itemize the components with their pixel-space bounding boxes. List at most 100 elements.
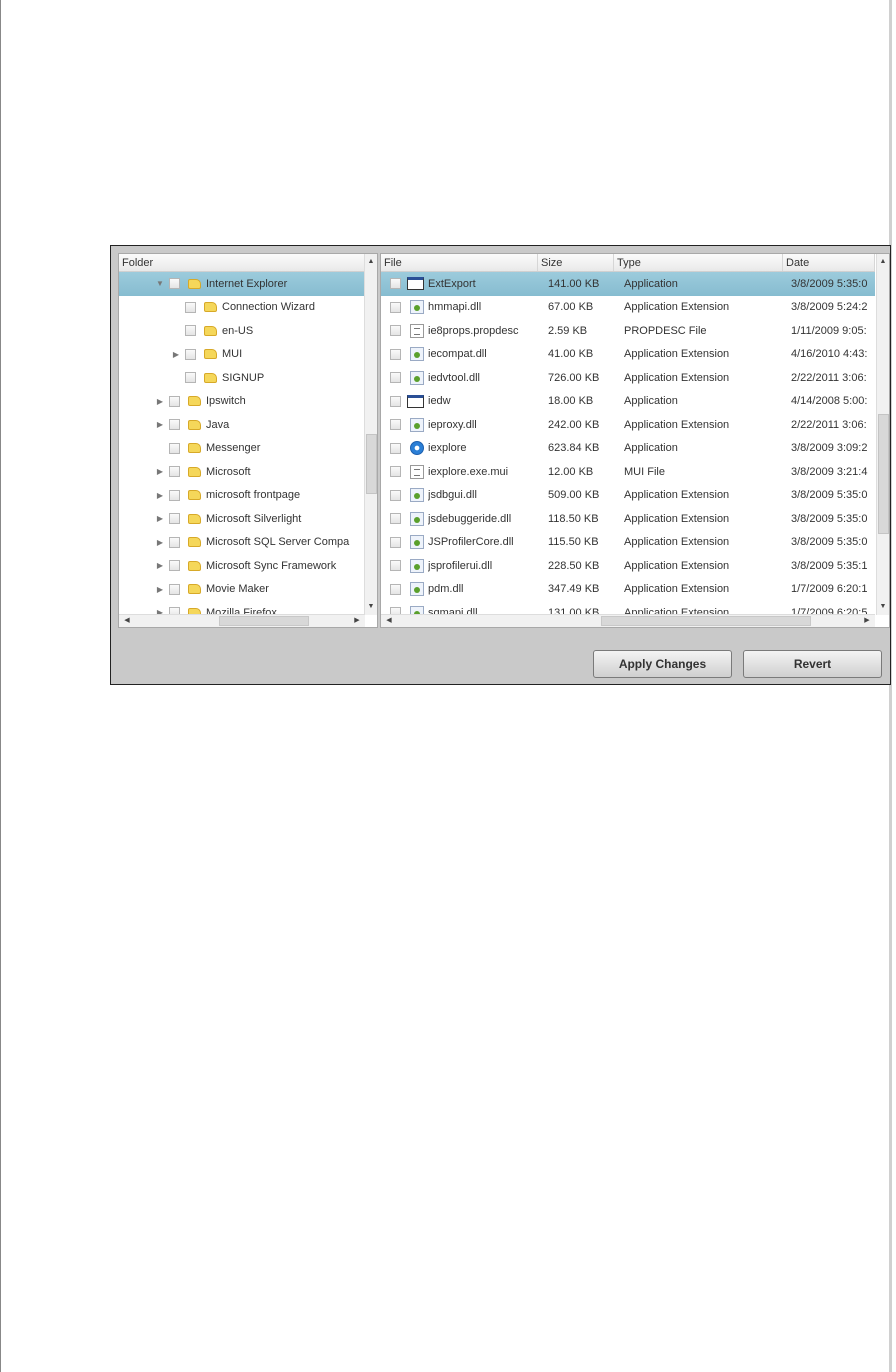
- file-checkbox[interactable]: [390, 466, 401, 478]
- folder-item[interactable]: ▶ microsoft frontpage: [119, 484, 365, 508]
- file-checkbox[interactable]: [390, 536, 401, 548]
- folder-item[interactable]: Messenger: [119, 437, 365, 461]
- file-date: 1/7/2009 6:20:1: [791, 583, 868, 596]
- file-checkbox[interactable]: [390, 372, 401, 384]
- scroll-thumb[interactable]: [878, 414, 889, 534]
- expand-arrow-icon[interactable]: ▶: [155, 491, 165, 500]
- file-horizontal-scrollbar[interactable]: ◀ ▶: [381, 614, 875, 627]
- folder-label: Microsoft SQL Server Compa: [206, 536, 350, 549]
- folder-checkbox[interactable]: [169, 536, 180, 548]
- file-row[interactable]: hmmapi.dll 67.00 KB Application Extension 3…: [381, 296, 875, 320]
- folder-item[interactable]: ▶ Ipswitch: [119, 390, 365, 414]
- scroll-down-icon[interactable]: ▼: [877, 601, 889, 613]
- folder-checkbox[interactable]: [185, 348, 196, 360]
- file-checkbox[interactable]: [390, 513, 401, 525]
- scroll-right-icon[interactable]: ▶: [351, 615, 363, 627]
- file-row[interactable]: jsdbgui.dll 509.00 KB Application Extensio…: [381, 484, 875, 508]
- column-header-date[interactable]: Date: [783, 254, 875, 271]
- folder-checkbox[interactable]: [169, 560, 180, 572]
- folder-item[interactable]: SIGNUP: [119, 366, 365, 390]
- expand-arrow-icon[interactable]: ▶: [155, 467, 165, 476]
- folder-item[interactable]: ▶ Movie Maker: [119, 578, 365, 602]
- scroll-thumb[interactable]: [366, 434, 377, 494]
- column-header-file[interactable]: File: [381, 254, 538, 271]
- file-row[interactable]: iedvtool.dll 726.00 KB Application Extensi…: [381, 366, 875, 390]
- file-checkbox[interactable]: [390, 419, 401, 431]
- scroll-left-icon[interactable]: ◀: [121, 615, 133, 627]
- file-row[interactable]: pdm.dll 347.49 KB Application Extension 1/7…: [381, 578, 875, 602]
- folder-item[interactable]: ▶ Microsoft: [119, 460, 365, 484]
- folder-checkbox[interactable]: [169, 442, 180, 454]
- scroll-left-icon[interactable]: ◀: [383, 615, 395, 627]
- folder-checkbox[interactable]: [169, 489, 180, 501]
- file-row[interactable]: iedw 18.00 KB Application 4/14/2008 5:00:: [381, 390, 875, 414]
- expand-arrow-icon[interactable]: ▶: [155, 514, 165, 523]
- file-size: 726.00 KB: [548, 371, 600, 384]
- file-checkbox[interactable]: [390, 442, 401, 454]
- file-type: Application Extension: [624, 559, 730, 572]
- file-row[interactable]: iexplore.exe.mui 12.00 KB MUI File 3/8/2009…: [381, 460, 875, 484]
- file-checkbox[interactable]: [390, 325, 401, 337]
- file-checkbox[interactable]: [390, 278, 401, 290]
- folder-checkbox[interactable]: [185, 301, 196, 313]
- folder-item[interactable]: Connection Wizard: [119, 296, 365, 320]
- scroll-thumb[interactable]: [601, 616, 811, 626]
- folder-item[interactable]: ▼ Internet Explorer: [119, 272, 365, 296]
- file-checkbox[interactable]: [390, 395, 401, 407]
- expand-arrow-icon[interactable]: ▶: [171, 350, 181, 359]
- folder-column-header[interactable]: Folder: [119, 254, 365, 271]
- file-row[interactable]: jsdebuggeride.dll 118.50 KB Application Ex…: [381, 507, 875, 531]
- file-row[interactable]: ExtExport 141.00 KB Application 3/8/2009 5:…: [381, 272, 875, 296]
- file-checkbox[interactable]: [390, 489, 401, 501]
- scroll-thumb[interactable]: [219, 616, 309, 626]
- folder-icon: [188, 278, 201, 289]
- file-checkbox[interactable]: [390, 348, 401, 360]
- application-icon: [407, 277, 424, 291]
- revert-button[interactable]: Revert: [743, 650, 882, 678]
- file-checkbox[interactable]: [390, 301, 401, 313]
- backup-selection-dialog: Folder ▼ Internet Explorer Connection Wiza…: [110, 245, 891, 685]
- file-row[interactable]: iecompat.dll 41.00 KB Application Extensio…: [381, 343, 875, 367]
- folder-checkbox[interactable]: [169, 513, 180, 525]
- expand-arrow-icon[interactable]: ▶: [155, 538, 165, 547]
- folder-item[interactable]: ▶ Microsoft SQL Server Compa: [119, 531, 365, 555]
- file-row[interactable]: iexplore 623.84 KB Application 3/8/2009 3:0…: [381, 437, 875, 461]
- file-date: 3/8/2009 5:35:0: [791, 489, 868, 502]
- expand-arrow-icon[interactable]: ▶: [155, 397, 165, 406]
- folder-item[interactable]: ▶ Java: [119, 413, 365, 437]
- expand-arrow-icon[interactable]: ▶: [155, 585, 165, 594]
- folder-checkbox[interactable]: [169, 278, 180, 290]
- folder-vertical-scrollbar[interactable]: ▲ ▼: [364, 254, 377, 615]
- folder-checkbox[interactable]: [185, 325, 196, 337]
- scroll-up-icon[interactable]: ▲: [365, 256, 377, 268]
- scroll-right-icon[interactable]: ▶: [861, 615, 873, 627]
- folder-item[interactable]: ▶ MUI: [119, 343, 365, 367]
- folder-checkbox[interactable]: [169, 583, 180, 595]
- folder-checkbox[interactable]: [169, 419, 180, 431]
- column-header-size[interactable]: Size: [538, 254, 614, 271]
- folder-horizontal-scrollbar[interactable]: ◀ ▶: [119, 614, 365, 627]
- file-vertical-scrollbar[interactable]: ▲ ▼: [876, 254, 889, 615]
- column-header-type[interactable]: Type: [614, 254, 783, 271]
- folder-checkbox[interactable]: [169, 466, 180, 478]
- expand-arrow-icon[interactable]: ▶: [155, 420, 165, 429]
- file-row[interactable]: jsprofilerui.dll 228.50 KB Application Ext…: [381, 554, 875, 578]
- file-checkbox[interactable]: [390, 560, 401, 572]
- file-size: 141.00 KB: [548, 277, 600, 290]
- apply-changes-button[interactable]: Apply Changes: [593, 650, 732, 678]
- scroll-up-icon[interactable]: ▲: [877, 256, 889, 268]
- collapse-arrow-icon[interactable]: ▼: [155, 279, 165, 288]
- folder-item[interactable]: ▶ Microsoft Sync Framework: [119, 554, 365, 578]
- file-row[interactable]: ie8props.propdesc 2.59 KB PROPDESC File 1/1…: [381, 319, 875, 343]
- file-checkbox[interactable]: [390, 583, 401, 595]
- folder-icon: [188, 584, 201, 595]
- file-row[interactable]: ieproxy.dll 242.00 KB Application Extensio…: [381, 413, 875, 437]
- folder-checkbox[interactable]: [185, 372, 196, 384]
- folder-item[interactable]: en-US: [119, 319, 365, 343]
- file-row[interactable]: JSProfilerCore.dll 115.50 KB Application E…: [381, 531, 875, 555]
- folder-item[interactable]: ▶ Microsoft Silverlight: [119, 507, 365, 531]
- folder-checkbox[interactable]: [169, 395, 180, 407]
- expand-arrow-icon[interactable]: ▶: [155, 561, 165, 570]
- scroll-down-icon[interactable]: ▼: [365, 601, 377, 613]
- file-size: 347.49 KB: [548, 583, 600, 596]
